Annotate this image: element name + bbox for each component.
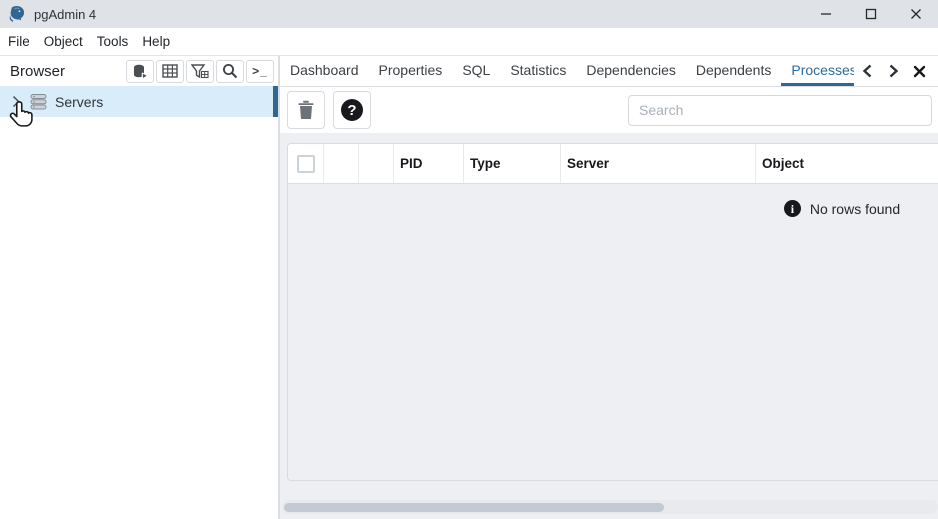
tab-dependents[interactable]: Dependents	[686, 56, 782, 86]
info-icon: i	[784, 200, 801, 217]
tab-sql[interactable]: SQL	[452, 56, 500, 86]
delete-button[interactable]	[287, 91, 325, 129]
menu-object[interactable]: Object	[37, 28, 90, 55]
tab-dependencies[interactable]: Dependencies	[576, 56, 686, 86]
tab-properties[interactable]: Properties	[369, 56, 453, 86]
empty-state: i No rows found	[784, 200, 900, 217]
servers-stack-icon	[132, 64, 149, 79]
processes-table: PID Type Server Object i No rows found	[287, 143, 938, 481]
browser-header: Browser	[0, 56, 278, 86]
server-group-icon	[30, 93, 47, 110]
table-header-row: PID Type Server Object	[288, 144, 938, 184]
add-server-button[interactable]	[126, 60, 154, 83]
search-input[interactable]	[628, 95, 932, 126]
maximize-button[interactable]	[848, 0, 893, 28]
minimize-button[interactable]	[803, 0, 848, 28]
trash-icon	[297, 100, 315, 120]
tab-navigation	[854, 56, 938, 86]
tabbar: Dashboard Properties SQL Statistics Depe…	[280, 56, 938, 87]
menu-tools[interactable]: Tools	[90, 28, 136, 55]
header-cell-server[interactable]: Server	[561, 144, 756, 183]
dependencies-grid-button[interactable]	[156, 60, 184, 83]
processes-toolbar: ?	[280, 87, 938, 133]
scroll-tabs-right-button[interactable]	[882, 60, 904, 82]
browser-toolbar: >_	[126, 60, 274, 83]
help-icon: ?	[341, 99, 363, 121]
browser-panel-title: Browser	[10, 63, 126, 80]
terminal-icon: >_	[252, 64, 268, 78]
browser-panel: Browser	[0, 56, 280, 519]
tab-statistics[interactable]: Statistics	[500, 56, 576, 86]
menubar: File Object Tools Help	[0, 28, 938, 56]
tree-item-label: Servers	[55, 94, 103, 110]
main-panel: Dashboard Properties SQL Statistics Depe…	[280, 56, 938, 519]
search-objects-button[interactable]	[216, 60, 244, 83]
help-button[interactable]: ?	[333, 91, 371, 129]
header-cell-object[interactable]: Object	[756, 144, 938, 183]
select-all-checkbox[interactable]	[297, 155, 315, 173]
tree-item-servers[interactable]: Servers	[0, 86, 278, 117]
menu-help[interactable]: Help	[135, 28, 177, 55]
empty-message: No rows found	[810, 201, 900, 217]
header-cell-empty-2	[359, 144, 394, 183]
titlebar: pgAdmin 4	[0, 0, 938, 28]
window-title: pgAdmin 4	[34, 7, 96, 22]
grid-icon	[162, 64, 178, 78]
table-body: i No rows found	[288, 184, 938, 217]
filter-button[interactable]	[186, 60, 214, 83]
search-icon	[222, 63, 238, 79]
close-panel-button[interactable]	[908, 60, 930, 82]
tab-processes[interactable]: Processes	[781, 56, 854, 86]
tab-dashboard[interactable]: Dashboard	[280, 56, 369, 86]
horizontal-scrollbar[interactable]	[282, 500, 938, 514]
header-cell-type[interactable]: Type	[464, 144, 561, 183]
expand-chevron-icon[interactable]	[12, 95, 20, 108]
processes-content: PID Type Server Object i No rows found	[280, 133, 938, 519]
query-tool-button[interactable]: >_	[246, 60, 274, 83]
header-cell-empty-1	[324, 144, 359, 183]
scroll-tabs-left-button[interactable]	[856, 60, 878, 82]
object-tree: Servers	[0, 86, 278, 519]
filter-icon	[191, 64, 209, 79]
horizontal-scrollbar-thumb[interactable]	[284, 503, 664, 512]
select-all-cell	[288, 144, 324, 183]
menu-file[interactable]: File	[1, 28, 37, 55]
header-cell-pid[interactable]: PID	[394, 144, 464, 183]
pgadmin-window: pgAdmin 4 File Object Tools Help Browser	[0, 0, 938, 519]
tabs: Dashboard Properties SQL Statistics Depe…	[280, 56, 854, 86]
pgadmin-logo-icon	[8, 5, 26, 23]
close-window-button[interactable]	[893, 0, 938, 28]
window-controls	[803, 0, 938, 28]
